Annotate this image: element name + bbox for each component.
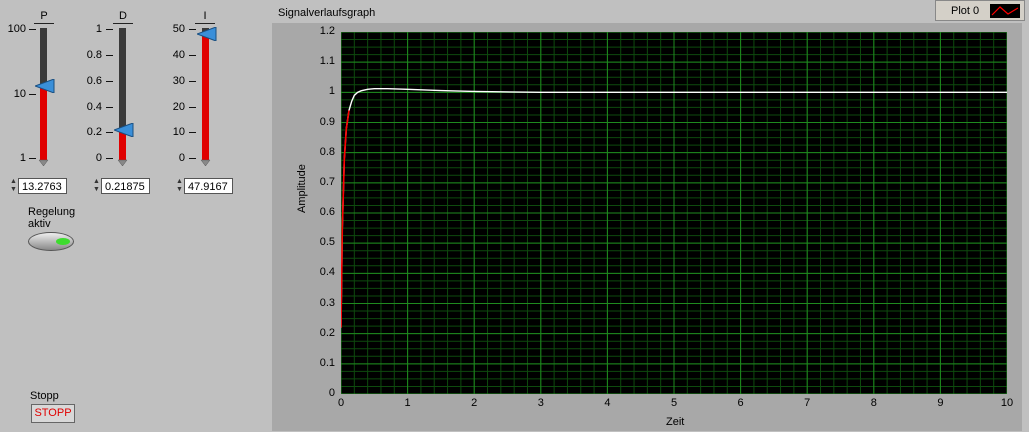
spin-up-icon[interactable]: ▲ <box>9 178 18 186</box>
i-value-field[interactable]: 47.9167 <box>184 178 233 194</box>
i-tick-label: 0 <box>178 152 185 164</box>
y-tick-label: 0.9 <box>319 115 335 128</box>
i-tick-mark <box>189 158 196 159</box>
d-tick-mark <box>106 132 113 133</box>
x-tick-label: 6 <box>737 397 744 409</box>
i-tick-mark <box>189 107 196 108</box>
p-slider-thumb[interactable] <box>35 78 55 93</box>
y-tick-label: 0.4 <box>319 266 335 279</box>
i-tick-label: 40 <box>172 49 185 61</box>
stop-button[interactable]: STOPP <box>31 404 75 423</box>
d-slider-title: D <box>113 10 133 24</box>
x-tick-label: 2 <box>471 397 478 409</box>
i-tick-mark <box>189 81 196 82</box>
i-tick-mark <box>189 55 196 56</box>
spin-up-icon[interactable]: ▲ <box>175 178 184 186</box>
d-tick-mark <box>106 29 113 30</box>
i-tick-label: 10 <box>172 126 185 138</box>
legend-line-icon <box>990 4 1020 18</box>
d-tick-mark <box>106 107 113 108</box>
d-tick-label: 0.6 <box>86 75 102 87</box>
series-line-start <box>341 110 350 328</box>
d-tick-label: 0.8 <box>86 49 102 61</box>
p-tick-label: 100 <box>7 23 26 35</box>
i-slider-thumb[interactable] <box>197 27 217 42</box>
d-tick-label: 0.4 <box>86 101 102 113</box>
plot-legend[interactable]: Plot 0 <box>935 0 1025 21</box>
i-tick-mark <box>189 132 196 133</box>
d-tick-mark <box>106 81 113 82</box>
y-tick-label: 0.7 <box>319 175 335 188</box>
plot-area[interactable] <box>341 32 1007 394</box>
spin-down-icon[interactable]: ▼ <box>92 186 101 194</box>
i-tick-mark <box>189 29 196 30</box>
d-tick-label: 0.2 <box>86 126 102 138</box>
p-spinner[interactable]: ▲ ▼ <box>9 178 18 194</box>
regelung-toggle[interactable] <box>28 232 74 251</box>
x-axis-label: Zeit <box>666 416 685 428</box>
x-tick-label: 5 <box>670 397 678 409</box>
x-tick-label: 9 <box>937 397 944 409</box>
d-tick-mark <box>106 55 113 56</box>
p-value-field[interactable]: 13.2763 <box>18 178 67 194</box>
spin-up-icon[interactable]: ▲ <box>92 178 101 186</box>
y-tick-label: 1.1 <box>319 55 335 68</box>
d-tick-label: 1 <box>95 23 102 35</box>
x-tick-label: 10 <box>1000 397 1014 409</box>
y-tick-label: 0.8 <box>319 145 335 158</box>
i-tick-label: 50 <box>172 23 185 35</box>
d-slider-end-arrow <box>117 159 128 167</box>
regelung-label-line2: aktiv <box>28 218 51 230</box>
legend-label: Plot 0 <box>951 5 980 17</box>
x-tick-label: 1 <box>404 397 411 409</box>
x-tick-label: 3 <box>537 397 544 409</box>
regelung-label: Regelung aktiv <box>28 206 75 230</box>
y-tick-label: 0.6 <box>319 206 335 218</box>
y-tick-label: 0.1 <box>319 356 335 369</box>
d-value-field[interactable]: 0.21875 <box>101 178 150 194</box>
spin-down-icon[interactable]: ▼ <box>9 186 18 194</box>
spin-down-icon[interactable]: ▼ <box>175 186 184 194</box>
i-slider-fill <box>202 34 209 160</box>
y-tick-label: 0.5 <box>319 236 335 249</box>
p-tick-mark <box>29 94 36 95</box>
d-tick-label: 0 <box>95 152 102 164</box>
x-tick-label: 7 <box>804 397 811 409</box>
p-tick-mark <box>29 29 36 30</box>
i-spinner[interactable]: ▲ ▼ <box>175 178 184 194</box>
x-tick-label: 4 <box>604 397 611 409</box>
p-tick-label: 1 <box>19 152 26 164</box>
i-tick-label: 20 <box>172 101 185 113</box>
led-indicator-icon <box>56 238 70 245</box>
p-slider-fill <box>40 85 47 160</box>
p-slider-title: P <box>34 10 54 24</box>
d-tick-mark <box>106 158 113 159</box>
p-tick-mark <box>29 158 36 159</box>
x-tick-label: 8 <box>870 397 877 409</box>
p-tick-label: 10 <box>13 88 26 100</box>
y-tick-label: 1 <box>328 85 335 98</box>
graph-title: Signalverlaufsgraph <box>278 7 376 19</box>
x-tick-label: 0 <box>337 397 345 409</box>
i-tick-label: 30 <box>172 75 185 87</box>
y-tick-label: 0.3 <box>319 296 335 309</box>
p-slider-end-arrow <box>38 159 49 167</box>
d-spinner[interactable]: ▲ ▼ <box>92 178 101 194</box>
i-slider-end-arrow <box>200 159 211 167</box>
stop-label: Stopp <box>30 390 59 402</box>
regelung-label-line1: Regelung <box>28 206 76 218</box>
y-tick-label: 0.2 <box>319 326 335 339</box>
d-slider-thumb[interactable] <box>114 122 134 137</box>
y-tick-label: 1.2 <box>319 25 335 37</box>
i-slider-title: I <box>195 10 215 24</box>
